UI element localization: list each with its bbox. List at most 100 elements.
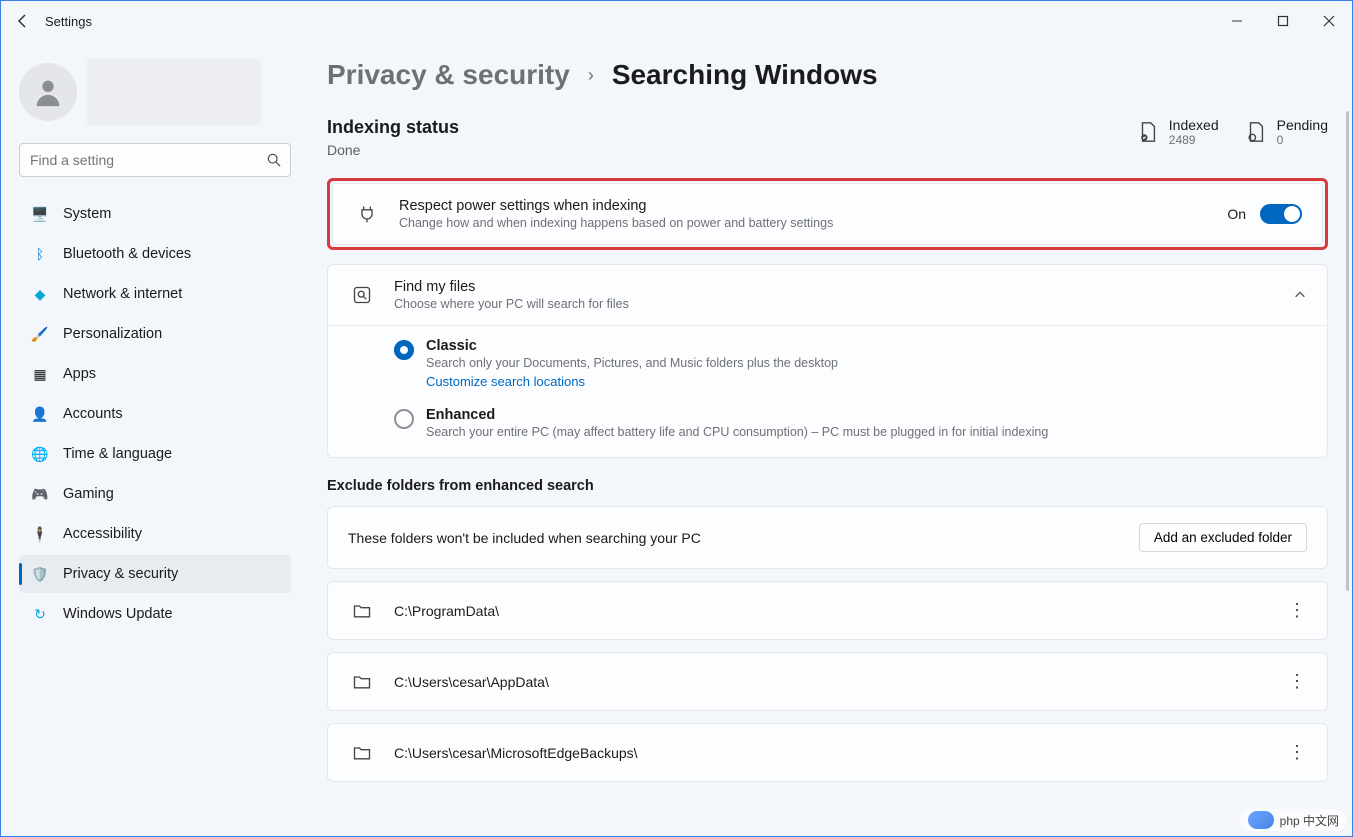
indexing-status-row: Indexing status Done Indexed2489 Pending… [327, 117, 1328, 158]
sidebar-item-label: System [63, 206, 111, 222]
watermark-text: php 中文网 [1280, 812, 1339, 829]
radio-enhanced[interactable] [394, 409, 414, 429]
close-icon [1323, 15, 1335, 27]
radio-enhanced-desc: Search your entire PC (may affect batter… [426, 425, 1048, 439]
page-title: Searching Windows [612, 59, 878, 91]
globe-icon: 🌐 [31, 445, 49, 463]
sidebar-item-windows-update[interactable]: ↻ Windows Update [19, 595, 291, 633]
power-settings-toggle[interactable] [1260, 204, 1302, 224]
excluded-folder-row[interactable]: C:\Users\cesar\AppData\ ⋮ [327, 652, 1328, 711]
window-title: Settings [45, 14, 92, 29]
exclude-intro-card: These folders won't be included when sea… [327, 506, 1328, 569]
find-my-files-desc: Choose where your PC will search for fil… [394, 297, 629, 311]
profile-name-redacted [87, 59, 261, 125]
find-options: Classic Search only your Documents, Pict… [328, 326, 1327, 457]
excluded-folder-path: C:\ProgramData\ [394, 603, 499, 619]
person-icon [31, 75, 65, 109]
sidebar-item-network[interactable]: ◆ Network & internet [19, 275, 291, 313]
pending-count: 0 [1277, 133, 1328, 147]
close-button[interactable] [1306, 1, 1352, 41]
minimize-icon [1231, 15, 1243, 27]
indexing-status-heading: Indexing status [327, 117, 459, 138]
sidebar-item-time-language[interactable]: 🌐 Time & language [19, 435, 291, 473]
sidebar-item-gaming[interactable]: 🎮Gaming [19, 475, 291, 513]
more-options-button[interactable]: ⋮ [1288, 742, 1307, 763]
sidebar-item-personalization[interactable]: 🖌️Personalization [19, 315, 291, 353]
sidebar-item-label: Time & language [63, 446, 172, 462]
file-check-icon [1137, 121, 1159, 143]
exclude-intro-text: These folders won't be included when sea… [348, 530, 701, 546]
sidebar-item-label: Accessibility [63, 526, 142, 542]
plug-icon [353, 204, 381, 224]
sidebar-item-label: Windows Update [63, 606, 173, 622]
person-icon: 👤 [31, 405, 49, 423]
exclude-heading: Exclude folders from enhanced search [327, 478, 1328, 494]
vertical-scrollbar[interactable] [1344, 111, 1350, 641]
sidebar-item-label: Network & internet [63, 286, 182, 302]
excluded-folder-path: C:\Users\cesar\AppData\ [394, 674, 549, 690]
search-input[interactable] [19, 143, 291, 177]
accessibility-icon: 🕴️ [31, 525, 49, 543]
profile-header[interactable] [19, 59, 291, 125]
sidebar-item-privacy-security[interactable]: 🛡️Privacy & security [19, 555, 291, 593]
breadcrumb: Privacy & security › Searching Windows [327, 59, 1328, 91]
find-option-classic[interactable]: Classic Search only your Documents, Pict… [394, 338, 1307, 389]
search-box[interactable] [19, 143, 291, 177]
breadcrumb-parent[interactable]: Privacy & security [327, 59, 570, 91]
radio-enhanced-label: Enhanced [426, 407, 1048, 423]
apps-icon: ▦ [31, 365, 49, 383]
indexing-status-value: Done [327, 142, 459, 158]
sidebar-nav: 🖥️ System ᛒ Bluetooth & devices ◆ Network &… [19, 195, 291, 633]
search-file-icon [348, 285, 376, 305]
indexed-label: Indexed [1169, 117, 1219, 133]
sidebar-item-label: Accounts [63, 406, 123, 422]
sidebar-item-bluetooth[interactable]: ᛒ Bluetooth & devices [19, 235, 291, 273]
radio-classic[interactable] [394, 340, 414, 360]
bluetooth-icon: ᛒ [31, 245, 49, 263]
display-icon: 🖥️ [31, 205, 49, 223]
sidebar-item-label: Gaming [63, 486, 114, 502]
toggle-state-label: On [1227, 206, 1246, 222]
power-settings-title: Respect power settings when indexing [399, 198, 833, 214]
sidebar-item-label: Personalization [63, 326, 162, 342]
chevron-up-icon [1293, 288, 1307, 302]
settings-window: Settings 🖥️System ᛒBluetoot [0, 0, 1353, 837]
file-pending-icon [1245, 121, 1267, 143]
excluded-folder-row[interactable]: C:\Users\cesar\MicrosoftEdgeBackups\ ⋮ [327, 723, 1328, 782]
chevron-right-icon: › [588, 65, 594, 86]
pending-stat: Pending0 [1245, 117, 1328, 147]
back-button[interactable] [1, 1, 45, 41]
titlebar: Settings [1, 1, 1352, 41]
avatar [19, 63, 77, 121]
sidebar-item-apps[interactable]: ▦Apps [19, 355, 291, 393]
find-my-files-title: Find my files [394, 279, 629, 295]
minimize-button[interactable] [1214, 1, 1260, 41]
watermark: php 中文网 [1240, 809, 1347, 831]
sidebar-item-system[interactable]: 🖥️ System [19, 195, 291, 233]
radio-classic-desc: Search only your Documents, Pictures, an… [426, 356, 838, 370]
content-area: Privacy & security › Searching Windows I… [309, 41, 1352, 836]
maximize-button[interactable] [1260, 1, 1306, 41]
highlighted-setting: Respect power settings when indexing Cha… [327, 178, 1328, 250]
excluded-folder-path: C:\Users\cesar\MicrosoftEdgeBackups\ [394, 745, 638, 761]
update-icon: ↻ [31, 605, 49, 623]
search-icon [267, 153, 281, 167]
sidebar-item-label: Bluetooth & devices [63, 246, 191, 262]
find-my-files-header[interactable]: Find my files Choose where your PC will … [328, 265, 1327, 326]
more-options-button[interactable]: ⋮ [1288, 600, 1307, 621]
wifi-icon: ◆ [31, 285, 49, 303]
sidebar-item-accessibility[interactable]: 🕴️ Accessibility [19, 515, 291, 553]
more-options-button[interactable]: ⋮ [1288, 671, 1307, 692]
shield-icon: 🛡️ [31, 565, 49, 583]
find-my-files-card: Find my files Choose where your PC will … [327, 264, 1328, 458]
add-excluded-folder-button[interactable]: Add an excluded folder [1139, 523, 1307, 552]
folder-icon [348, 672, 376, 692]
radio-classic-label: Classic [426, 338, 838, 354]
pending-label: Pending [1277, 117, 1328, 133]
sidebar-item-accounts[interactable]: 👤 Accounts [19, 395, 291, 433]
excluded-folder-row[interactable]: C:\ProgramData\ ⋮ [327, 581, 1328, 640]
find-option-enhanced[interactable]: Enhanced Search your entire PC (may affe… [394, 407, 1307, 439]
customize-search-locations-link[interactable]: Customize search locations [426, 374, 838, 389]
folder-icon [348, 743, 376, 763]
power-settings-card[interactable]: Respect power settings when indexing Cha… [332, 183, 1323, 245]
